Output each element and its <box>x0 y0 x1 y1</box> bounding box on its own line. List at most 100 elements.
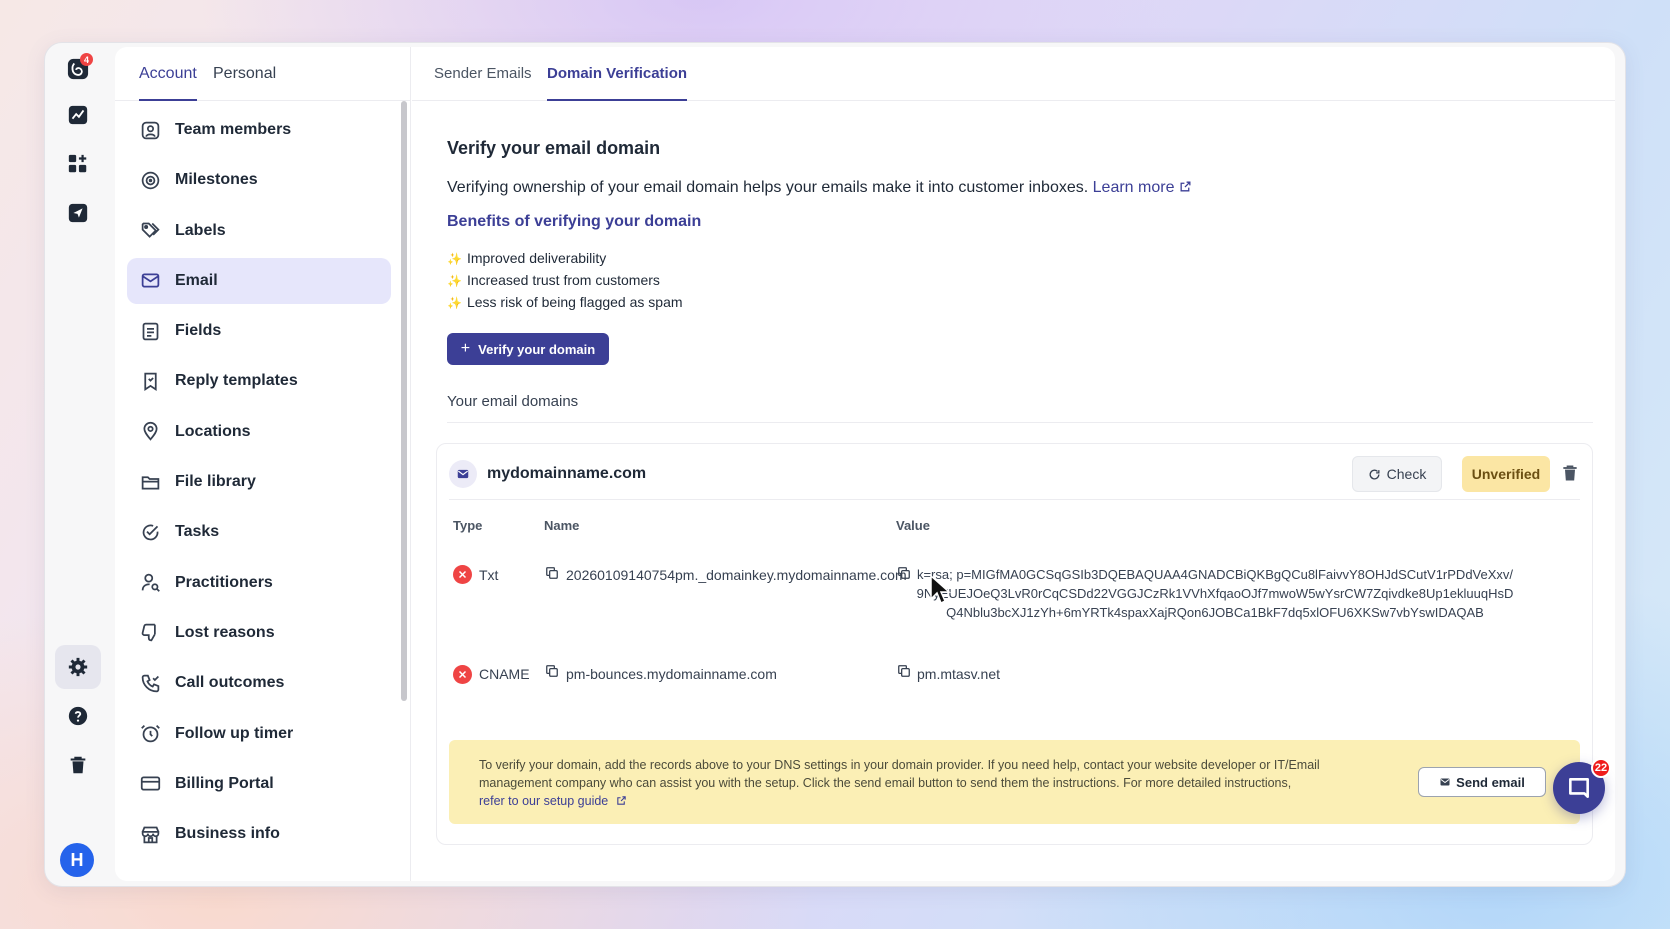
mail-icon <box>1440 778 1450 786</box>
sidebar-item-label: Lost reasons <box>175 623 275 641</box>
sidebar-scrollbar[interactable] <box>401 101 407 701</box>
sidebar-item-fields[interactable]: Fields <box>127 308 391 354</box>
sidebar-item-labels[interactable]: Labels <box>127 208 391 254</box>
error-icon <box>453 665 472 684</box>
sidebar-item-label: Team members <box>175 121 292 138</box>
map-pin-icon <box>139 421 161 443</box>
sparkle-icon: ✨ <box>447 274 462 288</box>
sidebar-item-label: Billing Portal <box>175 774 274 792</box>
send-icon <box>68 203 88 223</box>
copy-icon[interactable] <box>545 566 559 580</box>
chat-launcher[interactable]: 22 <box>1553 758 1611 814</box>
sidebar-item-file-library[interactable]: File library <box>127 459 391 505</box>
sidebar-item-label: Follow up timer <box>175 724 294 742</box>
domain-card: mydomainname.com Check Unverified Type N… <box>436 443 1593 845</box>
domains-section-label: Your email domains <box>447 393 579 410</box>
main-content: Sender Emails Domain Verification Verify… <box>412 47 1615 881</box>
domain-header: mydomainname.com Check Unverified <box>449 454 1580 500</box>
sidebar-item-billing-portal[interactable]: Billing Portal <box>127 761 391 807</box>
sidebar-item-reply-templates[interactable]: Reply templates <box>127 358 391 404</box>
tags-icon <box>139 220 161 242</box>
app-logo[interactable]: 4 <box>55 47 101 91</box>
tab-account[interactable]: Account <box>139 47 197 101</box>
learn-more-link[interactable]: Learn more <box>1093 179 1192 196</box>
tab-domain-verification[interactable]: Domain Verification <box>547 47 688 101</box>
sidebar-item-business-info[interactable]: Business info <box>127 811 391 857</box>
sidebar-item-practitioners[interactable]: Practitioners <box>127 560 391 606</box>
check-circle-icon <box>139 521 161 543</box>
record-type: Txt <box>479 567 499 583</box>
analytics-nav[interactable] <box>55 93 101 137</box>
sparkle-icon: ✨ <box>447 296 462 310</box>
copy-icon[interactable] <box>545 664 559 678</box>
copy-icon[interactable] <box>897 664 911 678</box>
gear-icon <box>68 657 88 677</box>
record-value: pm.mtasv.net <box>917 666 1000 682</box>
sidebar-item-label: File library <box>175 473 256 491</box>
send-email-button[interactable]: Send email <box>1418 767 1546 797</box>
user-search-icon <box>139 572 161 594</box>
credit-card-icon <box>139 773 161 795</box>
tab-sender-emails[interactable]: Sender Emails <box>434 47 532 101</box>
sidebar-item-label: Business info <box>175 825 280 843</box>
app-rail: 4 H <box>45 43 113 886</box>
external-link-icon <box>617 796 626 805</box>
chat-count-badge: 22 <box>1591 758 1611 778</box>
sidebar-item-label: Call outcomes <box>175 674 285 692</box>
external-link-icon <box>1180 181 1191 192</box>
copy-icon[interactable] <box>897 566 911 580</box>
alarm-clock-icon <box>139 723 161 745</box>
check-button[interactable]: Check <box>1352 456 1442 492</box>
trash-nav[interactable] <box>55 743 101 787</box>
record-value: k=rsa; p=MIGfMA0GCSqGSIb3DQEBAQUAA4GNADC… <box>916 567 1514 620</box>
store-icon <box>139 823 161 845</box>
sidebar-item-email[interactable]: Email <box>127 257 391 304</box>
column-header-type: Type <box>453 518 483 533</box>
error-icon <box>453 565 472 584</box>
settings-sidebar: Account Personal Team members Milestones… <box>115 47 411 881</box>
settings-tabs: Account Personal <box>115 47 410 101</box>
sparkle-icon: ✨ <box>447 252 462 266</box>
status-badge: Unverified <box>1462 456 1550 492</box>
delete-domain-icon[interactable] <box>1560 462 1580 484</box>
help-icon <box>68 706 88 726</box>
sidebar-item-team-members[interactable]: Team members <box>127 107 391 153</box>
notification-badge: 4 <box>80 53 93 66</box>
divider <box>447 422 1593 423</box>
sidebar-item-label: Reply templates <box>175 372 298 390</box>
campaigns-nav[interactable] <box>55 191 101 235</box>
apps-icon <box>68 154 87 173</box>
sidebar-item-milestones[interactable]: Milestones <box>127 157 391 203</box>
settings-nav[interactable] <box>55 645 101 689</box>
sidebar-item-follow-up-timer[interactable]: Follow up timer <box>127 711 391 757</box>
sidebar-item-locations[interactable]: Locations <box>127 409 391 455</box>
apps-nav[interactable] <box>55 142 101 186</box>
user-avatar[interactable]: H <box>60 843 94 877</box>
benefits-title: Benefits of verifying your domain <box>447 213 702 230</box>
app-window: 4 H Account Personal Team members Milest… <box>44 42 1626 887</box>
benefit-item: ✨ Increased trust from customers <box>447 272 660 288</box>
sidebar-item-label: Tasks <box>175 523 220 541</box>
column-header-name: Name <box>544 518 580 533</box>
page-title: Verify your email domain <box>447 138 661 158</box>
sidebar-item-tasks[interactable]: Tasks <box>127 509 391 555</box>
setup-notice: To verify your domain, add the records a… <box>449 740 1580 824</box>
user-square-icon <box>139 119 161 141</box>
phone-check-icon <box>139 672 161 694</box>
sidebar-item-lost-reasons[interactable]: Lost reasons <box>127 610 391 656</box>
form-icon <box>139 320 161 342</box>
help-nav[interactable] <box>55 694 101 738</box>
domain-name: mydomainname.com <box>487 465 647 482</box>
setup-guide-link[interactable]: refer to our setup guide <box>479 794 627 808</box>
settings-menu: Team members Milestones Labels Email Fie… <box>127 107 391 861</box>
email-tabs: Sender Emails Domain Verification <box>412 47 1615 101</box>
tab-personal[interactable]: Personal <box>213 47 276 101</box>
mail-icon <box>449 460 477 488</box>
sidebar-item-label: Locations <box>175 422 251 440</box>
page-description: Verifying ownership of your email domain… <box>447 179 1192 197</box>
verify-domain-button[interactable]: + Verify your domain <box>447 333 609 365</box>
sidebar-item-call-outcomes[interactable]: Call outcomes <box>127 660 391 706</box>
notice-text: To verify your domain, add the records a… <box>479 758 1320 808</box>
mouse-cursor-icon <box>930 575 951 605</box>
thumbs-down-icon <box>139 622 161 644</box>
